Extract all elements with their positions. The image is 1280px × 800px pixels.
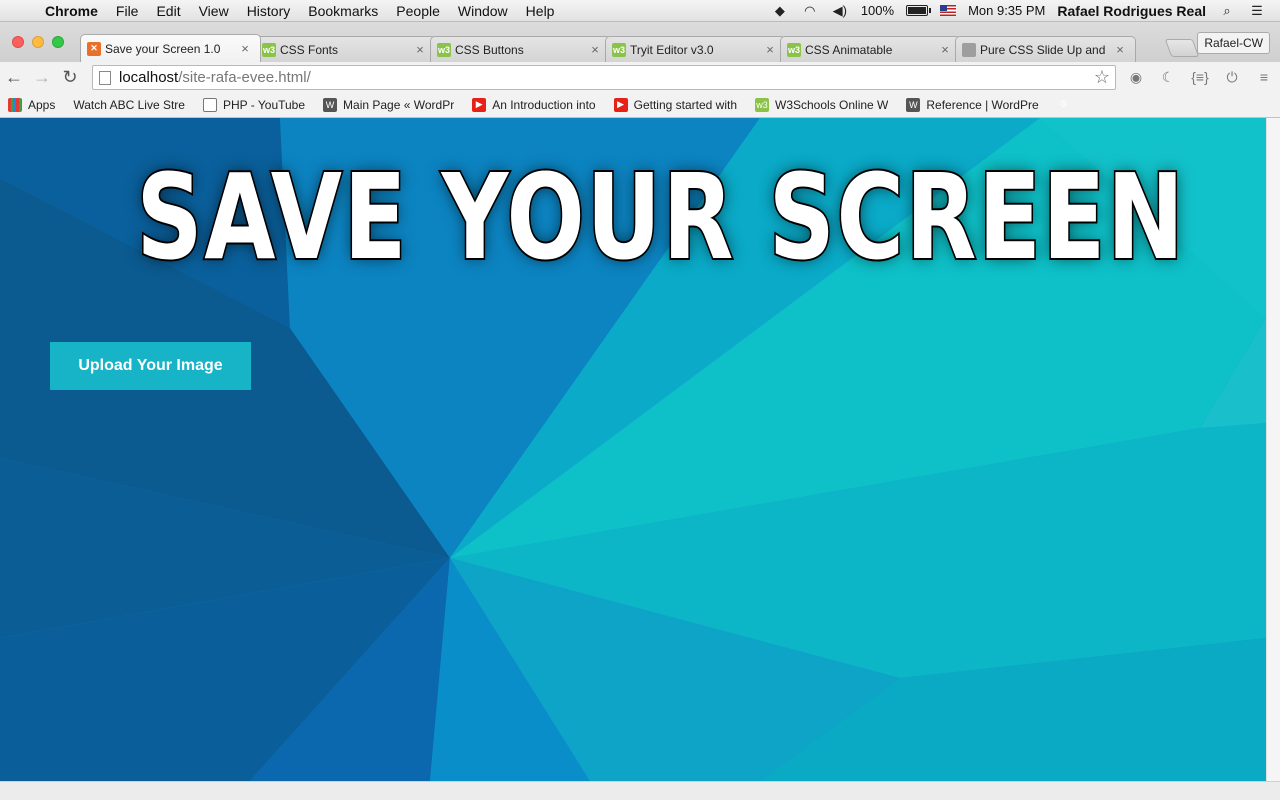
bookmark-label: Main Page « WordPr: [343, 97, 455, 112]
tab-title: CSS Buttons: [455, 42, 524, 57]
globe-icon: [962, 42, 976, 57]
extension-icons: ◉ ☾ {≡} ⏻ ≡: [1124, 66, 1276, 88]
page-icon: [99, 70, 111, 85]
url-host: localhost: [119, 69, 179, 86]
bookmark-getting-started[interactable]: ▶ Getting started with: [613, 97, 737, 112]
tab-title: Pure CSS Slide Up and: [980, 42, 1106, 57]
tab-css-fonts[interactable]: w3 CSS Fonts ×: [255, 36, 436, 62]
upload-image-button[interactable]: Upload Your Image: [50, 342, 251, 390]
menu-people[interactable]: People: [387, 0, 449, 22]
tabs: ✕ Save your Screen 1.0 × w3 CSS Fonts × …: [80, 34, 1136, 62]
bookmark-label: Getting started with: [633, 97, 737, 112]
chrome-menu-icon[interactable]: ≡: [1252, 66, 1276, 88]
tab-close-icon[interactable]: ×: [763, 42, 777, 57]
battery-icon[interactable]: [906, 5, 932, 16]
menu-history[interactable]: History: [238, 0, 300, 22]
tab-title: CSS Fonts: [280, 42, 339, 57]
back-arrow-icon[interactable]: ←: [0, 63, 28, 91]
tab-close-icon[interactable]: ×: [588, 42, 602, 57]
maximize-window-button[interactable]: [52, 36, 64, 48]
menu-window[interactable]: Window: [449, 0, 517, 22]
tab-close-icon[interactable]: ×: [238, 41, 252, 56]
input-source-flag-icon[interactable]: [940, 5, 957, 16]
window-bottom-edge: [0, 781, 1280, 800]
bookmark-an-introduction[interactable]: ▶ An Introduction into: [472, 97, 596, 112]
bookmark-label: PHP - YouTube: [222, 97, 306, 112]
user-name[interactable]: Rafael Rodrigues Real: [1057, 3, 1206, 19]
youtube-icon: ▶: [472, 97, 487, 112]
bookmark-label: An Introduction into: [492, 97, 596, 112]
menu-edit[interactable]: Edit: [147, 0, 189, 22]
dropbox-icon[interactable]: ◆: [771, 3, 789, 19]
profile-button[interactable]: Rafael-CW: [1197, 32, 1270, 54]
tab-close-icon[interactable]: ×: [938, 42, 952, 57]
bookmarks-settings[interactable]: ⚙: [1057, 98, 1077, 112]
tab-title: CSS Animatable: [805, 42, 893, 57]
bookmark-reference-wordpress[interactable]: W Reference | WordPre: [906, 97, 1039, 112]
page-scrollbar[interactable]: [1266, 118, 1280, 781]
wifi-icon[interactable]: ◠: [801, 3, 819, 19]
tab-close-icon[interactable]: ×: [1113, 42, 1127, 57]
close-window-button[interactable]: [12, 36, 24, 48]
menu-app-chrome[interactable]: Chrome: [36, 0, 107, 22]
extension-moon-icon[interactable]: ☾: [1156, 66, 1180, 88]
tab-tryit-editor[interactable]: w3 Tryit Editor v3.0 ×: [605, 36, 786, 62]
bookmark-w3schools[interactable]: w3 W3Schools Online W: [755, 97, 889, 112]
w3schools-icon: w3: [262, 42, 276, 57]
w3schools-icon: w3: [787, 42, 801, 57]
w3schools-icon: w3: [755, 97, 769, 112]
tab-strip: ✕ Save your Screen 1.0 × w3 CSS Fonts × …: [0, 22, 1280, 62]
page-title: SAVE YOUR SCREEN: [135, 146, 1186, 288]
bookmark-php-youtube[interactable]: PHP - YouTube: [202, 97, 306, 112]
extension-circle-icon[interactable]: ◉: [1124, 66, 1148, 88]
tab-title: Save your Screen 1.0: [105, 41, 221, 56]
notification-center-icon[interactable]: ☰: [1248, 3, 1266, 19]
gear-icon: ⚙: [1059, 99, 1068, 109]
bookmark-label: Apps: [28, 97, 56, 112]
bookmark-label: W3Schools Online W: [775, 97, 889, 112]
window-controls: [12, 36, 64, 48]
w3schools-icon: w3: [612, 42, 626, 57]
tab-css-buttons[interactable]: w3 CSS Buttons ×: [430, 36, 611, 62]
w3schools-icon: w3: [437, 42, 451, 57]
bookmark-main-page-wordpress[interactable]: W Main Page « WordPr: [323, 97, 455, 112]
status-area: ◆ ◠ ◀) 100% Mon 9:35 PM Rafael Rodrigues…: [771, 3, 1280, 19]
menu-help[interactable]: Help: [517, 0, 564, 22]
tab-css-animatable[interactable]: w3 CSS Animatable ×: [780, 36, 961, 62]
forward-arrow-icon[interactable]: →: [28, 63, 56, 91]
menu-view[interactable]: View: [190, 0, 238, 22]
wordpress-icon: W: [906, 97, 921, 112]
page-viewport: SAVE YOUR SCREEN Upload Your Image: [0, 118, 1266, 781]
clock[interactable]: Mon 9:35 PM: [968, 3, 1045, 18]
address-bar[interactable]: localhost/site-rafa-evee.html/ ☆: [92, 65, 1116, 90]
page-icon: [202, 97, 217, 112]
url-path: /site-rafa-evee.html/: [178, 69, 311, 86]
youtube-icon: ▶: [613, 97, 628, 112]
macos-menubar: Chrome File Edit View History Bookmarks …: [0, 0, 1280, 22]
reload-icon[interactable]: ↻: [56, 63, 84, 91]
apps-icon: [8, 97, 22, 112]
power-icon[interactable]: ⏻: [1220, 66, 1244, 88]
wordpress-icon: W: [323, 97, 338, 112]
browser-toolbar: ← → ↻ localhost/site-rafa-evee.html/ ☆ ◉…: [0, 62, 1280, 92]
xampp-icon: ✕: [87, 41, 101, 56]
menu-bookmarks[interactable]: Bookmarks: [299, 0, 387, 22]
bookmark-watch-abc[interactable]: Watch ABC Live Stre: [73, 98, 185, 112]
extension-braces-icon[interactable]: {≡}: [1188, 66, 1212, 88]
new-tab-button[interactable]: [1164, 39, 1200, 57]
bookmark-label: Watch ABC Live Stre: [73, 97, 185, 112]
bookmark-apps[interactable]: Apps: [8, 97, 56, 112]
battery-percent: 100%: [860, 3, 895, 18]
tab-save-your-screen[interactable]: ✕ Save your Screen 1.0 ×: [80, 34, 261, 62]
minimize-window-button[interactable]: [32, 36, 44, 48]
bookmark-star-icon[interactable]: ☆: [1094, 67, 1110, 88]
tab-close-icon[interactable]: ×: [413, 42, 427, 57]
tab-pure-css-slide[interactable]: Pure CSS Slide Up and ×: [955, 36, 1136, 62]
menu-file[interactable]: File: [107, 0, 148, 22]
tab-title: Tryit Editor v3.0: [630, 42, 714, 57]
bookmark-label: Reference | WordPre: [926, 97, 1039, 112]
bookmarks-bar: Apps Watch ABC Live Stre PHP - YouTube W…: [0, 92, 1280, 118]
volume-icon[interactable]: ◀): [831, 3, 849, 19]
spotlight-search-icon[interactable]: ⌕: [1218, 3, 1236, 19]
